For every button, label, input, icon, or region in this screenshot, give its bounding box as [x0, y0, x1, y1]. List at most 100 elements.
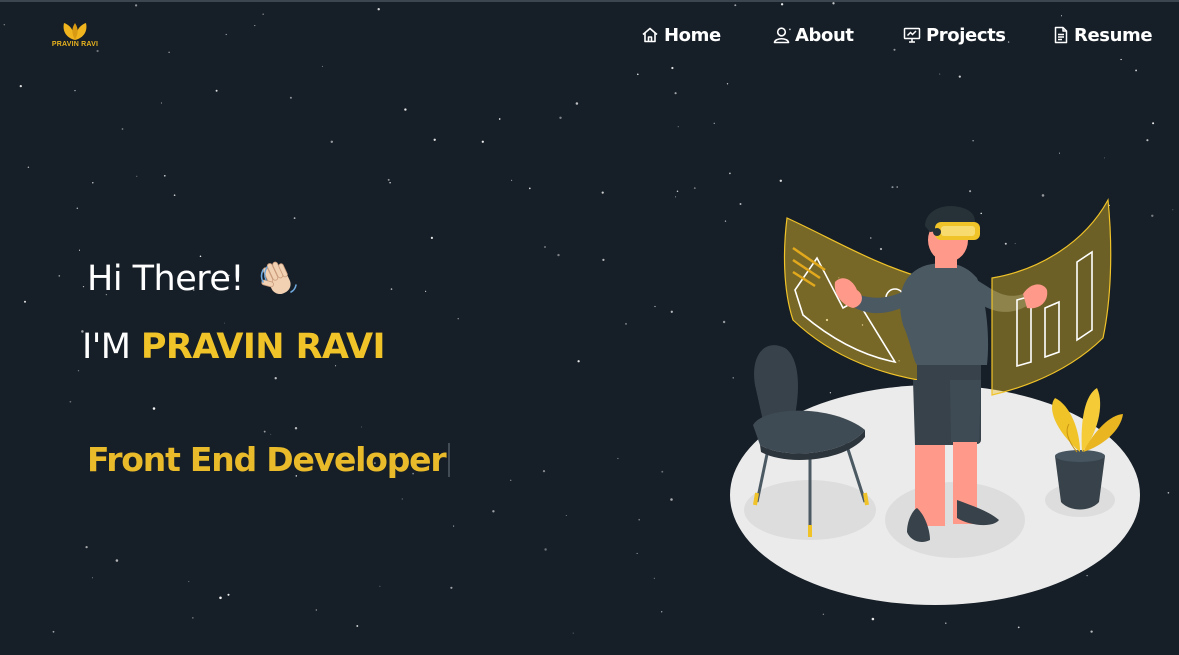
- star: [330, 140, 334, 144]
- star: [215, 89, 218, 92]
- star: [559, 116, 562, 119]
- star: [637, 73, 639, 76]
- star: [1152, 122, 1155, 125]
- star: [557, 253, 560, 257]
- star: [377, 8, 380, 11]
- star: [24, 300, 26, 303]
- greeting-text: Hi There!: [87, 259, 244, 299]
- star: [387, 178, 390, 181]
- document-icon: [1054, 26, 1068, 44]
- star: [713, 122, 715, 124]
- typewriter-role: Front End Developer: [87, 440, 451, 482]
- star: [654, 305, 656, 308]
- star: [871, 617, 875, 621]
- star: [450, 586, 453, 589]
- star: [1172, 209, 1174, 211]
- star: [294, 426, 298, 430]
- star: [121, 128, 124, 130]
- presentation-icon: [903, 27, 921, 43]
- star: [542, 470, 546, 473]
- star: [734, 4, 737, 7]
- star: [671, 66, 674, 70]
- star: [674, 92, 677, 95]
- star: [74, 90, 76, 92]
- star: [939, 73, 941, 75]
- star: [76, 207, 79, 210]
- star: [1146, 139, 1149, 142]
- home-icon: [642, 27, 658, 43]
- nav-resume[interactable]: Resume: [1053, 22, 1153, 48]
- star: [729, 172, 731, 175]
- star: [82, 285, 85, 288]
- role-text: Front End Developer: [87, 440, 447, 479]
- star: [293, 217, 296, 219]
- star: [972, 140, 974, 142]
- star: [945, 622, 947, 624]
- star: [136, 175, 138, 177]
- star: [77, 370, 80, 372]
- star: [602, 258, 605, 262]
- nav-about-label: About: [795, 24, 854, 46]
- star: [822, 613, 825, 615]
- nav-about[interactable]: About: [773, 22, 854, 48]
- star: [219, 596, 222, 600]
- star: [263, 430, 266, 433]
- star: [52, 630, 55, 633]
- star: [779, 179, 783, 183]
- user-icon: [773, 27, 790, 44]
- star: [152, 407, 156, 410]
- star: [544, 246, 546, 248]
- star: [425, 290, 427, 292]
- hero-name: PRAVIN RAVI: [140, 327, 386, 367]
- star: [675, 196, 677, 198]
- star: [498, 118, 501, 120]
- star: [192, 617, 194, 619]
- star: [361, 426, 362, 428]
- star: [168, 51, 170, 54]
- star: [575, 102, 579, 105]
- typing-cursor: [448, 443, 451, 477]
- star: [379, 585, 381, 587]
- star: [430, 236, 433, 239]
- star: [433, 138, 436, 141]
- nav-resume-label: Resume: [1074, 24, 1153, 46]
- name-prefix: I'M: [82, 327, 131, 367]
- nav-projects[interactable]: Projects: [903, 22, 1006, 48]
- star: [617, 457, 619, 460]
- star: [832, 2, 835, 5]
- star: [92, 182, 94, 184]
- star: [565, 514, 567, 517]
- star: [134, 4, 138, 7]
- hero-greeting: Hi There!: [87, 255, 300, 303]
- star: [661, 611, 663, 613]
- star: [577, 360, 580, 363]
- star: [511, 179, 513, 181]
- right-hologram-panel: [991, 198, 1112, 396]
- star: [115, 559, 119, 562]
- star: [572, 632, 574, 634]
- star: [958, 75, 961, 78]
- star: [896, 186, 898, 188]
- nav-home[interactable]: Home: [641, 22, 721, 48]
- star: [544, 548, 547, 551]
- page: PRAVIN RAVI Home About Projects Resume H…: [0, 0, 1179, 655]
- star: [58, 275, 61, 277]
- star: [653, 577, 655, 579]
- star: [227, 593, 230, 596]
- star: [677, 126, 679, 128]
- star: [780, 3, 784, 6]
- vr-developer-illustration: [730, 198, 1140, 605]
- star: [390, 288, 393, 290]
- star: [27, 166, 30, 168]
- star: [274, 377, 277, 380]
- star: [401, 498, 403, 500]
- star: [404, 108, 407, 111]
- star: [1090, 630, 1093, 633]
- hero-name-line: I'M PRAVIN RAVI: [82, 327, 386, 373]
- star: [1103, 157, 1105, 159]
- star: [356, 625, 359, 627]
- star: [1058, 152, 1061, 154]
- star: [389, 181, 391, 184]
- nav-projects-label: Projects: [926, 24, 1006, 46]
- star: [173, 194, 176, 197]
